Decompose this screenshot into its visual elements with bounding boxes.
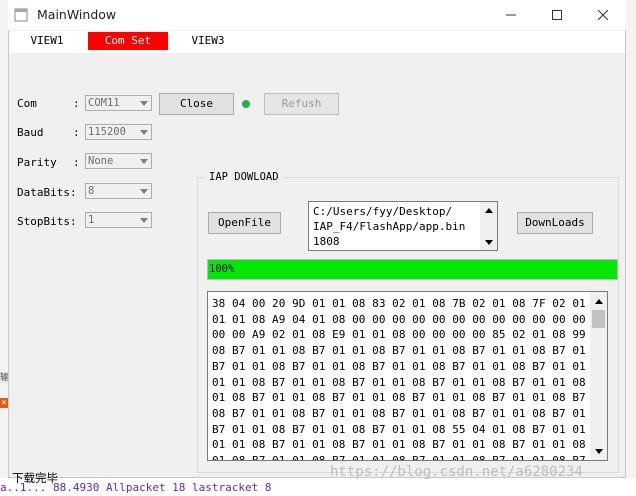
- status-bar-text: 下载完毕: [12, 471, 58, 485]
- chevron-down-icon: [137, 125, 151, 139]
- baud-colon: :: [73, 126, 80, 139]
- download-progress-bar: 100%: [207, 259, 618, 280]
- hex-line: 38 04 00 20 9D 01 01 08 83 02 01 08 7B 0…: [212, 297, 608, 310]
- databits-label: DataBits:: [17, 186, 77, 199]
- parity-colon: :: [73, 156, 80, 169]
- hex-line: 01 08 B7 01 01 08 B7 01 01 08 B7 01 01 0…: [212, 454, 608, 461]
- chevron-down-icon: [137, 96, 151, 110]
- window-title: MainWindow: [37, 7, 117, 22]
- databits-select[interactable]: 8: [85, 183, 152, 199]
- refresh-button[interactable]: Refush: [264, 93, 339, 115]
- minimize-button[interactable]: [488, 0, 534, 30]
- tab-view1[interactable]: VIEW1: [24, 32, 70, 50]
- parity-select-value: None: [88, 155, 114, 167]
- app-icon: [14, 8, 28, 22]
- hex-line: B7 01 01 08 B7 01 01 08 B7 01 01 08 B7 0…: [212, 359, 608, 373]
- minimize-icon: [506, 14, 516, 16]
- chevron-up-icon[interactable]: [590, 294, 607, 308]
- status-led: [242, 100, 250, 108]
- hex-line: 00 00 A9 02 01 08 E9 01 01 08 00 00 00 0…: [212, 328, 608, 342]
- hex-scrollbar[interactable]: [590, 292, 607, 460]
- file-size-line: 1808: [313, 235, 340, 248]
- com-label: Com: [17, 97, 37, 110]
- progress-fill: [208, 260, 617, 279]
- stopbits-select[interactable]: 1: [85, 212, 152, 228]
- downloads-button[interactable]: DownLoads: [517, 212, 593, 234]
- baud-select-value: 115200: [88, 126, 126, 138]
- baud-label: Baud: [17, 126, 44, 139]
- hex-line: 01 08 B7 01 01 08 B7 01 01 08 B7 01 01 0…: [212, 391, 608, 405]
- hex-line: 01 01 08 A9 04 01 08 00 00 00 00 00 00 0…: [212, 312, 608, 326]
- parity-select[interactable]: None: [85, 153, 152, 169]
- baud-select[interactable]: 115200: [85, 124, 152, 140]
- scroll-thumb[interactable]: [592, 310, 605, 328]
- hex-data-view[interactable]: 38 04 00 20 9D 01 01 08 83 02 01 08 7B 0…: [207, 291, 608, 461]
- maximize-button[interactable]: [534, 0, 580, 30]
- file-path-line: IAP_F4/FlashApp/app.bin: [313, 220, 466, 233]
- stopbits-label: StopBits:: [17, 215, 77, 228]
- file-path-field[interactable]: C:/Users/fyy/Desktop/ IAP_F4/FlashApp/ap…: [308, 201, 498, 251]
- background-right-strip: [626, 0, 636, 496]
- com-select[interactable]: COM11: [85, 95, 152, 111]
- tab-com-set[interactable]: Com Set: [88, 32, 168, 50]
- chevron-down-icon: [137, 213, 151, 227]
- databits-select-value: 8: [88, 185, 95, 197]
- openfile-button[interactable]: OpenFile: [208, 212, 281, 234]
- close-window-button[interactable]: [580, 0, 626, 30]
- com-select-value: COM11: [88, 97, 120, 109]
- chevron-down-icon[interactable]: [480, 235, 497, 249]
- path-scrollbar[interactable]: [480, 202, 497, 250]
- hex-line: B7 01 01 08 B7 01 01 08 B7 01 01 08 55 0…: [212, 422, 608, 436]
- iap-group-title: IAP DOWLOAD: [206, 171, 282, 183]
- progress-text: 100%: [209, 263, 235, 275]
- background-error-icon: ×: [0, 398, 8, 408]
- chevron-down-icon: [137, 184, 151, 198]
- background-tab-marker: 输: [0, 373, 10, 383]
- hex-lines: 38 04 00 20 9D 01 01 08 83 02 01 08 7B 0…: [212, 296, 608, 461]
- stopbits-select-value: 1: [88, 214, 95, 226]
- hex-line: 01 01 08 B7 01 01 08 B7 01 01 08 B7 01 0…: [212, 438, 608, 452]
- watermark: https://blog.csdn.net/a6280234: [330, 464, 583, 480]
- hex-line: 08 B7 01 01 08 B7 01 01 08 B7 01 01 08 B…: [212, 406, 608, 420]
- tab-view3[interactable]: VIEW3: [185, 32, 231, 50]
- hex-line: 08 B7 01 01 08 B7 01 01 08 B7 01 01 08 B…: [212, 344, 608, 358]
- file-path-line: C:/Users/fyy/Desktop/: [313, 205, 453, 218]
- close-port-button[interactable]: Close: [159, 93, 234, 115]
- parity-label: Parity: [17, 156, 57, 169]
- chevron-down-icon[interactable]: [590, 444, 607, 458]
- com-colon: :: [73, 97, 80, 110]
- chevron-down-icon: [137, 154, 151, 168]
- maximize-icon: [552, 10, 562, 20]
- close-icon: [598, 10, 608, 20]
- hex-line: 01 01 08 B7 01 01 08 B7 01 01 08 B7 01 0…: [212, 375, 608, 389]
- chevron-up-icon[interactable]: [480, 203, 497, 217]
